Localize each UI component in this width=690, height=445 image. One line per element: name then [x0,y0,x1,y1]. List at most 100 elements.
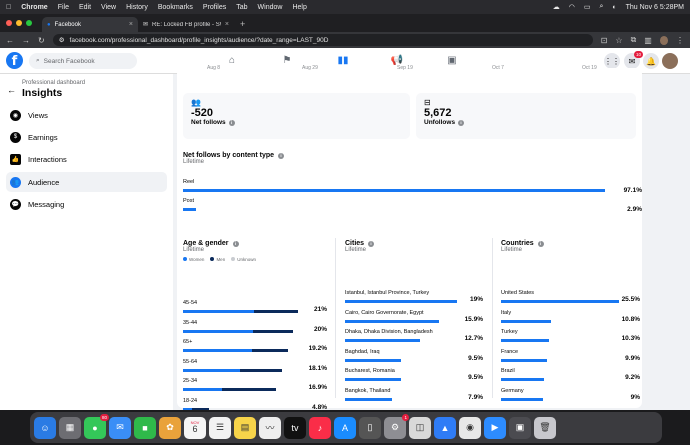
dashboard-insights-icon[interactable]: ▮▮ [336,54,350,68]
menu-datetime[interactable]: Thu Nov 6 5:28PM [626,4,684,11]
sidebar-item-views[interactable]: ◉ Views [6,105,167,125]
unfollows-stat: ⊟ 5,672 Unfollows i [416,93,636,139]
split-view-icon[interactable]: ▥ [644,36,652,45]
info-icon[interactable]: i [458,119,465,126]
menu-app-name[interactable]: Chrome [21,4,47,11]
info-icon[interactable]: i [228,119,235,126]
address-bar[interactable]: ⚙ facebook.com/professional_dashboard/pr… [52,34,593,46]
tab-facebook[interactable]: ● Facebook × [42,17,138,32]
menu-tab[interactable]: Tab [236,4,247,11]
notes-icon[interactable]: ▤ [234,416,256,439]
zoom-window-button[interactable] [26,20,32,26]
calendar-icon[interactable]: NOV 6 [184,416,206,439]
photos-icon[interactable]: ✿ [159,416,181,439]
insights-main: Aug 8 Aug 29 Sep 19 Oct 7 Oct 19 👥 -520 … [173,65,690,410]
launchpad-icon[interactable]: ▦ [59,416,81,439]
tab-email[interactable]: ✉ RE: Locked FB profile - SWA × [138,17,234,32]
bookmark-star-icon[interactable]: ☆ [615,36,622,45]
bar-post [183,208,196,211]
back-icon[interactable]: ← [6,36,14,45]
wifi-icon[interactable]: ◠ [569,3,575,11]
menu-profiles[interactable]: Profiles [203,4,226,11]
finder-icon[interactable]: ☺ [34,416,56,439]
iphone-mirroring-icon[interactable]: ▯ [359,416,381,439]
bar-city [345,378,401,381]
music-icon[interactable]: ♪ [309,416,331,439]
info-icon[interactable]: i [368,240,375,247]
profile-avatar[interactable] [659,35,668,45]
section-subtitle: Lifetime [345,247,367,253]
site-info-icon[interactable]: ⚙ [59,36,65,44]
reload-icon[interactable]: ↻ [38,36,45,45]
sidebar-item-audience[interactable]: 👥 Audience [6,172,167,192]
menu-grid-icon[interactable]: ⋮⋮ [604,53,620,69]
bar-men [252,349,289,352]
window-icon[interactable]: ▣ [509,416,531,439]
profile-avatar[interactable] [662,53,678,69]
close-window-button[interactable] [6,20,12,26]
calendar-icon[interactable]: ▣ [445,54,459,68]
apple-icon[interactable]:  [6,4,11,11]
trash-icon[interactable]: 🗑 [534,416,556,439]
forward-icon[interactable]: → [22,36,30,45]
sidebar-item-messaging[interactable]: 💬 Messaging [6,194,167,214]
pages-flag-icon[interactable]: ⚑ [280,54,294,68]
sidebar-item-earnings[interactable]: $ Earnings [6,127,167,147]
mail-icon[interactable]: ✉ [109,416,131,439]
bar-women [183,310,255,313]
apple-tv-icon[interactable]: tv [284,416,306,439]
menu-history[interactable]: History [126,4,148,11]
menu-bookmarks[interactable]: Bookmarks [158,4,193,11]
preview-icon[interactable]: ◫ [409,416,431,439]
info-icon[interactable]: i [232,240,239,247]
section-subtitle: Lifetime [183,159,205,165]
system-settings-icon[interactable]: ⚙ 1 [384,413,409,439]
bar-women [183,388,222,391]
zoom-icon[interactable]: ▶ [484,416,506,439]
facebook-favicon-icon: ● [47,21,51,28]
mac-dock: ☺ ▦ ● 80 ✉ ■ ✿ NOV 6 ☰ ▤ 〰 tv ♪ A ▯ ⚙ 1 ◫ ▲ ◉ ▶ ▣ 🗑 [30,412,662,443]
sidebar-item-label: Earnings [28,132,58,142]
chrome-icon[interactable]: ◉ [459,416,481,439]
info-icon[interactable]: i [537,240,544,247]
facetime-icon[interactable]: ■ [134,416,156,439]
browser-menu-icon[interactable]: ⋮ [676,36,684,45]
close-tab-icon[interactable]: × [129,21,133,28]
home-icon[interactable]: ⌂ [225,54,239,68]
country: France [501,348,519,355]
menu-help[interactable]: Help [292,4,306,11]
menu-file[interactable]: File [58,4,69,11]
install-icon[interactable]: ⊡ [601,36,608,45]
freeform-icon[interactable]: 〰 [259,416,281,439]
messages-icon[interactable]: ● 80 [84,413,109,439]
legend-women: Women [189,257,205,262]
menu-view[interactable]: View [101,4,116,11]
notifications-bell-icon[interactable]: 🔔 [643,53,659,69]
menu-edit[interactable]: Edit [79,4,91,11]
countries-section: Countries i Lifetime [501,240,641,253]
info-icon[interactable]: i [278,152,285,159]
minimize-window-button[interactable] [16,20,22,26]
sidebar-item-interactions[interactable]: 👍 Interactions [6,149,167,169]
facebook-logo-icon[interactable]: f [6,52,23,69]
search-input[interactable]: ⌕ Search Facebook [29,53,137,69]
reminders-icon[interactable]: ☰ [209,416,231,439]
back-arrow-icon[interactable]: ← [7,85,16,95]
column-divider [492,238,493,398]
row-value: 97.1% [623,187,642,194]
extensions-icon[interactable]: ⧉ [631,35,637,45]
bar-women [183,407,193,410]
close-tab-icon[interactable]: × [225,21,229,28]
stat-label: Unfollows [424,119,456,126]
search-spotlight-icon[interactable]: ⌕ [599,3,603,11]
new-tab-button[interactable]: + [240,19,245,29]
keynote-icon[interactable]: ▲ [434,416,456,439]
menu-window[interactable]: Window [258,4,283,11]
control-center-icon[interactable]: ◐ [612,4,616,11]
battery-icon[interactable]: ▭ [584,3,591,11]
tab-title: Facebook [54,21,81,28]
unfollow-icon: ⊟ [424,98,431,107]
status-cloud-icon[interactable]: ☁ [553,3,560,11]
app-store-icon[interactable]: A [334,416,356,439]
money-icon: $ [10,131,21,143]
